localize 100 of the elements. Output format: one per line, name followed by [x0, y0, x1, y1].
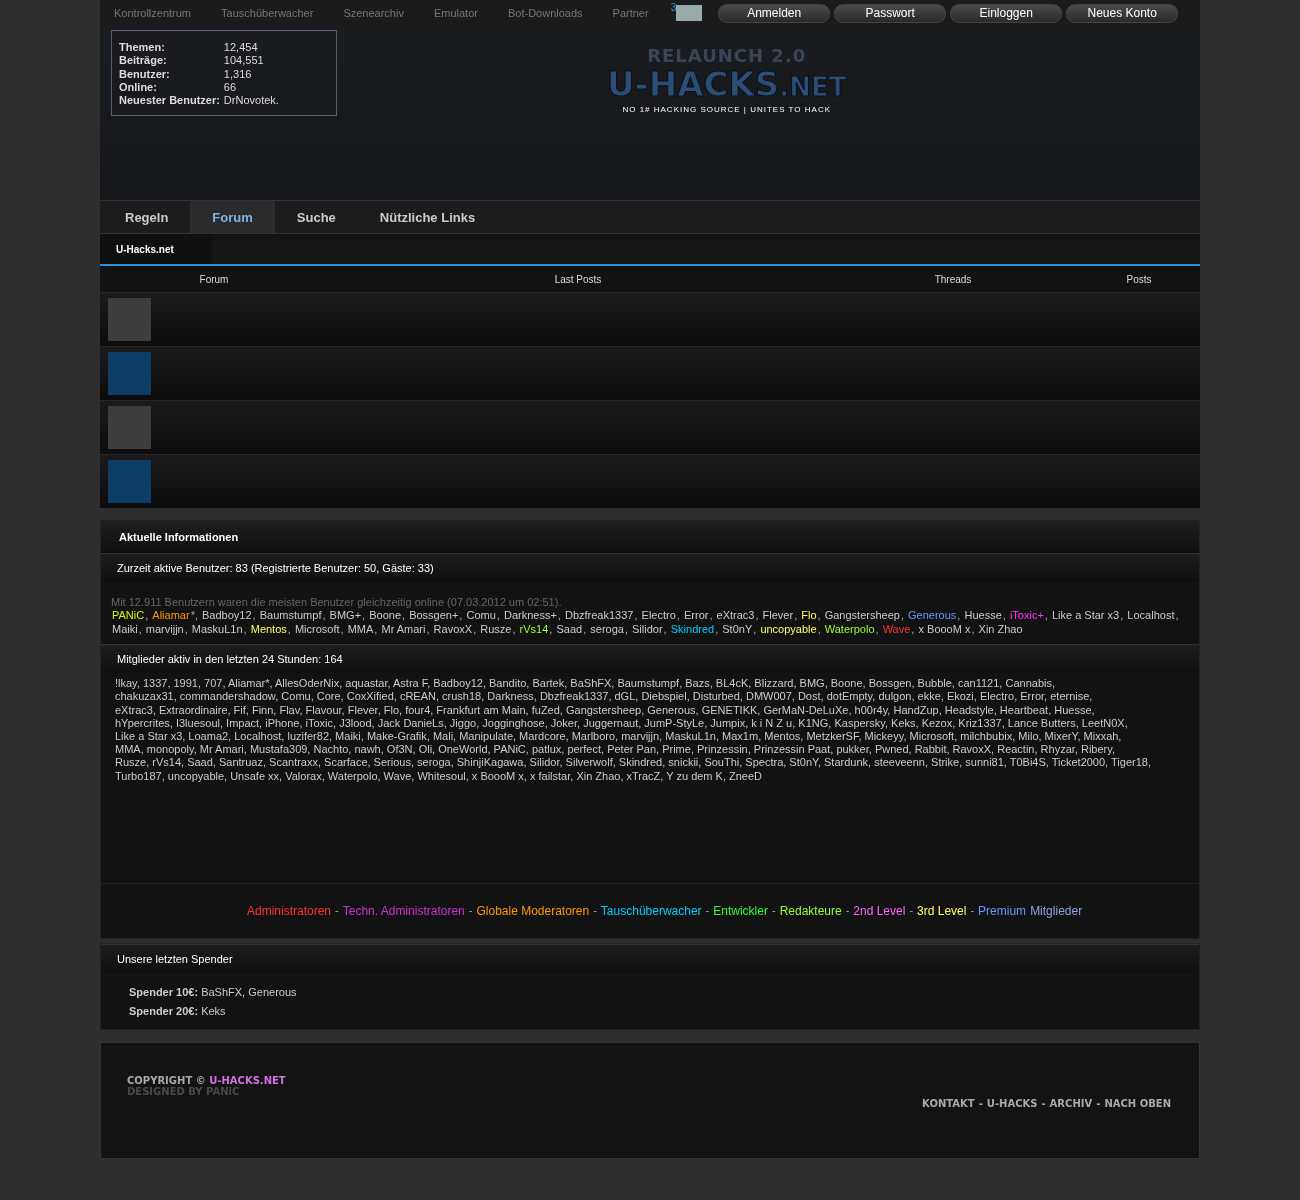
- list-separator: ,: [583, 622, 587, 635]
- header-button[interactable]: Passwort: [834, 3, 947, 23]
- list-separator: ,: [900, 609, 904, 622]
- column-heading: Posts: [1125, 273, 1153, 285]
- site-logo: U-HACKS.NET: [607, 66, 847, 105]
- member-list-line: chakuzax31, commandershadow, Comu, Core, CoxXified, cREAN, crush18, Darkness, Dbzfreak1337, dGL, Diebspiel, Disturbed, DMW007, Dost, dotEmpty, dulgon, ekke, Ekozi, Electro, Error, eternise,: [115, 690, 1094, 704]
- list-separator: ,: [1175, 609, 1179, 622]
- header-button[interactable]: Neues Konto: [1066, 3, 1179, 23]
- forum-row[interactable]: [100, 400, 1200, 454]
- online-user-link[interactable]: Skindred: [670, 622, 715, 637]
- online-user-link[interactable]: Waterpolo: [824, 622, 875, 637]
- online-user-link[interactable]: RavoxX: [433, 622, 473, 637]
- group-legend-item: Mitglieder: [1030, 903, 1083, 918]
- online-user-link[interactable]: seroga: [590, 622, 624, 637]
- list-separator: ,: [875, 622, 879, 635]
- legend-separator: -: [468, 903, 473, 918]
- online-user-link[interactable]: Flo: [801, 609, 817, 623]
- online-user-link[interactable]: PANiC: [112, 609, 145, 623]
- online-user-link[interactable]: Electro: [641, 609, 676, 623]
- list-separator: ,: [362, 609, 366, 622]
- list-separator: ,: [634, 609, 638, 622]
- online-user-link[interactable]: Wave: [882, 622, 911, 637]
- nav-link[interactable]: Szenearchiv: [335, 7, 412, 19]
- online-user-link[interactable]: Gangstersheep: [824, 609, 900, 623]
- footer-link[interactable]: ARCHIV: [1049, 1097, 1093, 1109]
- online-user-link[interactable]: marvijjn: [145, 622, 184, 637]
- breadcrumb[interactable]: U-Hacks.net: [100, 234, 212, 264]
- list-separator: ,: [1002, 609, 1006, 622]
- online-user-link[interactable]: x BoooM x: [918, 622, 971, 637]
- online-user-link[interactable]: MaskuL1n: [191, 622, 243, 637]
- list-separator: ,: [911, 622, 915, 635]
- online-user-link[interactable]: Like a Star x3: [1051, 609, 1120, 623]
- online-user-link[interactable]: Localhost: [1127, 609, 1175, 623]
- online-user-link[interactable]: Generous: [908, 609, 957, 623]
- online-user-link[interactable]: MMA: [347, 622, 374, 637]
- list-separator: ,: [794, 609, 798, 622]
- online-user-link[interactable]: Badboy12: [202, 609, 252, 623]
- header-button[interactable]: Anmelden: [718, 3, 831, 23]
- nav-tab[interactable]: Regeln: [103, 201, 191, 233]
- online-user-link[interactable]: Bossgen+: [409, 609, 459, 623]
- forum-row[interactable]: [100, 346, 1200, 400]
- nav-link[interactable]: Bot-Downloads: [499, 7, 591, 19]
- nav-tab[interactable]: Forum: [190, 201, 275, 233]
- online-user-link[interactable]: Darkness+: [503, 609, 557, 623]
- online-user-link[interactable]: Xin Zhao: [978, 622, 1023, 637]
- footer-link[interactable]: NACH OBEN: [1104, 1097, 1171, 1109]
- online-user-link[interactable]: Baumstumpf: [259, 609, 322, 623]
- nav-tab[interactable]: Suche: [274, 201, 358, 233]
- section-heading: Mitglieder aktiv in den letzten 24 Stunden: 164: [101, 644, 1199, 674]
- nav-link[interactable]: Partner: [604, 7, 657, 19]
- online-user-link[interactable]: iToxic+: [1009, 609, 1044, 623]
- online-user-link[interactable]: uncopyable: [760, 622, 817, 637]
- online-user-link[interactable]: Flever: [762, 609, 794, 623]
- section-heading: Unsere letzten Spender: [101, 943, 1199, 973]
- online-user-link[interactable]: Dbzfreak1337: [564, 609, 634, 623]
- online-user-link[interactable]: rVs14: [519, 622, 549, 637]
- online-user-link[interactable]: Aliamar: [152, 609, 190, 623]
- forum-row[interactable]: [100, 454, 1200, 508]
- footer-link[interactable]: U-HACKS: [986, 1097, 1038, 1109]
- nav-link[interactable]: Emulator: [425, 7, 486, 19]
- list-separator: ,: [755, 609, 759, 622]
- legend-separator: -: [771, 903, 776, 918]
- online-user-link[interactable]: Comu: [466, 609, 496, 623]
- member-list-line: eXtrac3, Extraordinaire, Fif, Finn, Flav, Flavour, Flever, Flo, four4, Frankfurt am Main, fuZed, Gangstersheep, Generous, GENETIKK, GerMaN-DeLuXe, h00r4y, HandZup, Headstyle, Heartbeat, Huesse,: [115, 703, 1096, 717]
- section-heading: Zurzeit aktive Benutzer: 83 (Registrierte Benutzer: 50, Gäste: 33): [101, 553, 1199, 582]
- logo-overline: RELAUNCH 2.0: [647, 46, 807, 66]
- nav-link[interactable]: Tauschüberwacher: [213, 7, 322, 19]
- logo-tagline: NO 1# HACKING SOURCE | UNITES TO HACK: [622, 105, 831, 114]
- member-list-line: Turbo187, uncopyable, Unsafe xx, Valorax, Waterpolo, Wave, Whitesoul, x BoooM x, x failstar, Xin Zhao, xTracZ, Y zu dem K, ZneeD: [115, 769, 764, 783]
- online-user-link[interactable]: Boone: [369, 609, 401, 623]
- copyright-text: COPYRIGHT © U-HACKS.NET: [127, 1074, 286, 1086]
- list-separator: ,: [709, 609, 713, 622]
- column-heading: Forum: [198, 273, 230, 285]
- online-user-link[interactable]: Mr Amari: [381, 622, 426, 637]
- nav-tab[interactable]: Nützliche Links: [357, 201, 498, 233]
- nav-link[interactable]: Kontrollzentrum: [106, 7, 200, 19]
- stat-value: 12,454: [223, 41, 259, 55]
- list-separator: ,: [426, 622, 430, 635]
- donor-line: Spender 20€: Keks: [129, 1003, 227, 1019]
- list-separator: ,: [715, 622, 719, 635]
- online-user-link[interactable]: Error: [683, 609, 709, 623]
- forum-row[interactable]: [100, 292, 1200, 346]
- online-user-link[interactable]: BMG+: [329, 609, 362, 623]
- stat-value: 66: [223, 80, 238, 95]
- online-user-link[interactable]: Mentos: [250, 622, 287, 637]
- list-separator: ,: [549, 622, 553, 635]
- online-user-link[interactable]: St0nY: [722, 622, 753, 637]
- header-button[interactable]: Einloggen: [950, 3, 1063, 23]
- user-suffix: *: [190, 609, 195, 622]
- online-user-link[interactable]: Maiki: [112, 622, 138, 637]
- site-link[interactable]: U-HACKS.NET: [209, 1074, 286, 1086]
- online-user-link[interactable]: Saad: [556, 622, 583, 637]
- link-separator: -: [1041, 1097, 1046, 1109]
- online-user-link[interactable]: Microsoft: [294, 622, 340, 637]
- online-user-link[interactable]: eXtrac3: [716, 609, 755, 623]
- online-user-link[interactable]: Silidor: [632, 622, 663, 637]
- list-separator: ,: [817, 609, 821, 622]
- footer-link[interactable]: KONTAKT: [922, 1097, 975, 1109]
- online-user-link[interactable]: Huesse: [964, 609, 1002, 623]
- online-user-link[interactable]: Rusze: [480, 622, 512, 637]
